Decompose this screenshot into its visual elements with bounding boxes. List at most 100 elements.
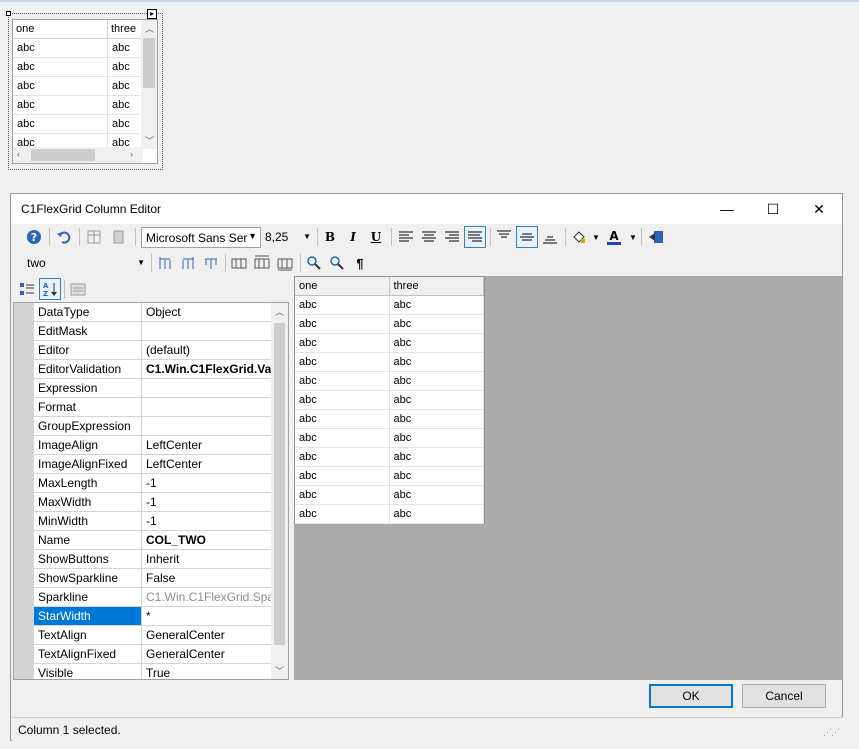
back-color-button[interactable] <box>568 226 590 248</box>
zoom-out-button[interactable] <box>326 252 348 274</box>
property-row[interactable]: ShowButtons Inherit <box>34 550 272 569</box>
undo-button[interactable] <box>53 226 75 248</box>
table-row[interactable]: abc abc <box>13 77 143 96</box>
property-row[interactable]: MaxLength -1 <box>34 474 272 493</box>
property-name[interactable]: Sparkline <box>34 588 142 607</box>
table-row[interactable]: abc abc <box>295 315 484 334</box>
close-editor-button[interactable] <box>645 226 667 248</box>
move-right-button[interactable] <box>177 252 199 274</box>
property-row[interactable]: StarWidth * <box>34 607 272 626</box>
table-row[interactable]: abc abc <box>295 486 484 505</box>
property-name[interactable]: EditorValidation <box>34 360 142 379</box>
table-cell[interactable]: abc <box>389 372 484 391</box>
column-selector-combo[interactable]: two ▼ <box>23 253 147 274</box>
table-cell[interactable]: abc <box>389 296 484 315</box>
property-row[interactable]: TextAlignFixed GeneralCenter <box>34 645 272 664</box>
property-row[interactable]: ShowSparkline False <box>34 569 272 588</box>
scrollbar-thumb[interactable] <box>143 38 155 88</box>
table-cell[interactable]: abc <box>295 486 390 505</box>
horizontal-scrollbar[interactable]: ‹ › <box>13 147 143 163</box>
table-cell[interactable]: abc <box>108 58 143 77</box>
table-cell[interactable]: abc <box>295 467 390 486</box>
scroll-up-icon[interactable]: ︿ <box>145 22 154 35</box>
table-cell[interactable]: abc <box>13 77 108 96</box>
categorized-button[interactable] <box>16 278 38 300</box>
property-name[interactable]: TextAlignFixed <box>34 645 142 664</box>
show-paragraph-button[interactable]: ¶ <box>349 252 371 274</box>
width-same-button[interactable] <box>228 252 250 274</box>
property-row[interactable]: GroupExpression <box>34 417 272 436</box>
table-row[interactable]: abc abc <box>295 372 484 391</box>
table-cell[interactable]: abc <box>13 39 108 58</box>
table-cell[interactable]: abc <box>295 315 390 334</box>
valign-center-button[interactable] <box>516 226 538 248</box>
table-cell[interactable]: abc <box>108 39 143 58</box>
property-value[interactable]: * <box>142 607 272 626</box>
maximize-button[interactable]: ☐ <box>750 194 796 224</box>
table-cell[interactable]: abc <box>389 410 484 429</box>
property-name[interactable]: DataType <box>34 303 142 322</box>
align-right-button[interactable] <box>441 226 463 248</box>
table-cell[interactable]: abc <box>295 410 390 429</box>
width-increase-button[interactable] <box>251 252 273 274</box>
align-left-button[interactable] <box>395 226 417 248</box>
property-row[interactable]: MinWidth -1 <box>34 512 272 531</box>
table-cell[interactable]: abc <box>389 353 484 372</box>
insert-column-button[interactable] <box>83 226 105 248</box>
property-name[interactable]: ShowButtons <box>34 550 142 569</box>
scroll-up-icon[interactable]: ︿ <box>275 305 284 318</box>
property-value[interactable]: -1 <box>142 474 272 493</box>
table-cell[interactable]: abc <box>389 315 484 334</box>
scroll-right-icon[interactable]: › <box>130 149 133 159</box>
property-row[interactable]: ImageAlign LeftCenter <box>34 436 272 455</box>
property-name[interactable]: TextAlign <box>34 626 142 645</box>
property-value[interactable] <box>142 379 272 398</box>
table-row[interactable]: abc abc <box>295 296 484 315</box>
property-name[interactable]: Name <box>34 531 142 550</box>
table-row[interactable]: abc abc <box>295 410 484 429</box>
table-cell[interactable]: abc <box>108 96 143 115</box>
move-last-button[interactable] <box>200 252 222 274</box>
property-pages-button[interactable] <box>67 278 89 300</box>
designer-grid[interactable]: one three abc abc abc abc abc abc abc abc abc abc… <box>12 19 158 164</box>
table-cell[interactable]: abc <box>295 372 390 391</box>
property-value[interactable] <box>142 417 272 436</box>
scroll-down-icon[interactable]: ﹀ <box>275 664 284 677</box>
table-cell[interactable]: abc <box>389 505 484 524</box>
bold-button[interactable]: B <box>319 226 341 248</box>
property-value[interactable]: C1.Win.C1FlexGrid.Vali <box>142 360 272 379</box>
property-name[interactable]: Expression <box>34 379 142 398</box>
property-name[interactable]: Editor <box>34 341 142 360</box>
table-row[interactable]: abc abc <box>295 467 484 486</box>
preview-column-header-one[interactable]: one <box>295 277 390 296</box>
close-button[interactable]: ✕ <box>796 194 842 224</box>
scrollbar-thumb[interactable] <box>274 323 285 645</box>
property-name[interactable]: ImageAlign <box>34 436 142 455</box>
table-cell[interactable]: abc <box>389 334 484 353</box>
minimize-button[interactable]: — <box>704 194 750 224</box>
property-value[interactable]: False <box>142 569 272 588</box>
table-cell[interactable]: abc <box>295 391 390 410</box>
align-center-button[interactable] <box>418 226 440 248</box>
table-row[interactable]: abc abc <box>295 334 484 353</box>
table-cell[interactable]: abc <box>13 115 108 134</box>
property-row[interactable]: DataType Object <box>34 303 272 322</box>
column-header-one[interactable]: one <box>13 20 108 39</box>
property-value[interactable]: Inherit <box>142 550 272 569</box>
preview-grid[interactable]: one three abc abc abc abc abc abc abc abc abc abc… <box>294 276 485 524</box>
align-general-button[interactable] <box>464 226 486 248</box>
smart-tag-icon[interactable]: ▸ <box>147 9 157 19</box>
table-cell[interactable]: abc <box>295 353 390 372</box>
table-row[interactable]: abc abc <box>13 58 143 77</box>
column-header-three[interactable]: three <box>108 20 143 39</box>
chevron-down-icon[interactable]: ▼ <box>303 232 311 241</box>
property-row[interactable]: ImageAlignFixed LeftCenter <box>34 455 272 474</box>
table-cell[interactable]: abc <box>108 77 143 96</box>
table-cell[interactable]: abc <box>13 58 108 77</box>
property-name[interactable]: Format <box>34 398 142 417</box>
chevron-down-icon[interactable]: ▼ <box>629 233 637 242</box>
property-value[interactable]: Object <box>142 303 272 322</box>
ok-button[interactable]: OK <box>649 684 733 708</box>
property-name[interactable]: ImageAlignFixed <box>34 455 142 474</box>
underline-button[interactable]: U <box>365 226 387 248</box>
